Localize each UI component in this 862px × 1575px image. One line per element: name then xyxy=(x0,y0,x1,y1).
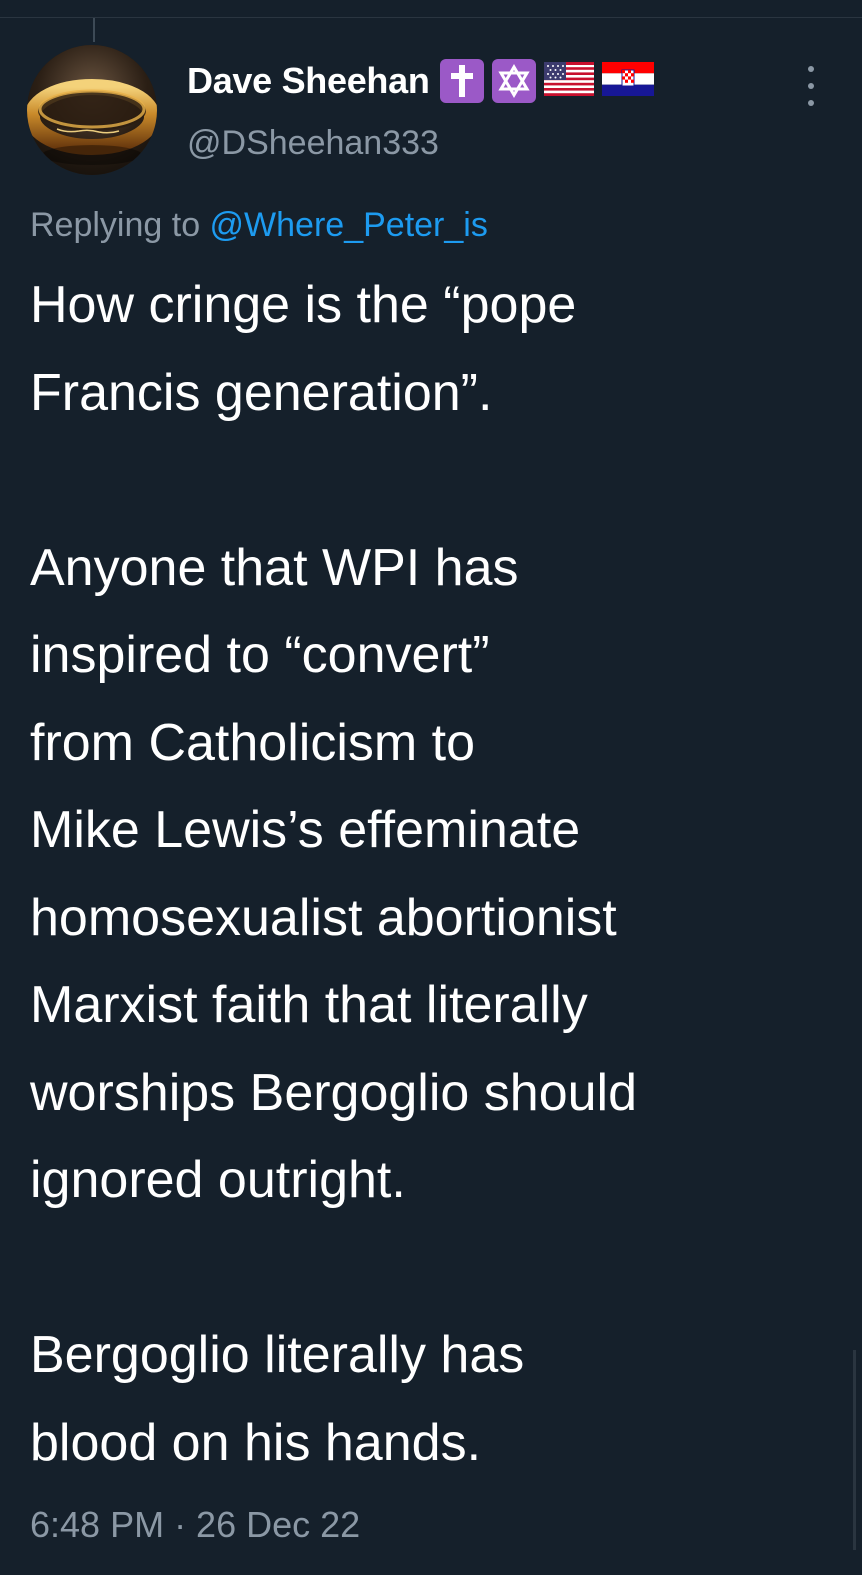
tweet-text-line: worships Bergoglio should xyxy=(30,1063,638,1122)
tweet-text-line: homosexualist abortionist xyxy=(30,888,617,947)
tweet-text: How cringe is the “pope Francis generati… xyxy=(30,262,835,1487)
tweet-text-line: inspired to “convert” xyxy=(30,626,490,684)
tweet-text-blank-line xyxy=(30,1225,835,1313)
author-name-row: Dave Sheehan xyxy=(187,58,654,104)
more-dot xyxy=(808,66,814,72)
tweet-text-line: Mike Lewis’s effeminate xyxy=(30,801,581,859)
us-flag-emoji-icon xyxy=(543,61,594,101)
avatar[interactable] xyxy=(27,45,157,175)
tweet-text-line: Marxist faith that literally xyxy=(30,976,588,1034)
latin-cross-emoji-icon xyxy=(439,59,484,103)
author-display-name[interactable]: Dave Sheehan xyxy=(187,60,430,102)
tweet-timestamp[interactable]: 6:48 PM · 26 Dec 22 xyxy=(30,1504,360,1546)
tweet-text-line: Francis generation”. xyxy=(30,363,493,422)
croatia-flag-emoji-icon xyxy=(601,61,654,101)
reply-mention-link[interactable]: @Where_Peter_is xyxy=(210,206,488,244)
more-options-icon[interactable] xyxy=(800,66,822,106)
tweet-text-line: How cringe is the “pope xyxy=(30,276,577,334)
author-handle[interactable]: @DSheehan333 xyxy=(187,124,439,163)
tweet-text-line: from Catholicism to xyxy=(30,713,475,772)
tweet-text-line: Anyone that WPI has xyxy=(30,538,519,597)
tweet-text-blank-line xyxy=(30,437,835,525)
tweet-text-line: blood on his hands. xyxy=(30,1413,482,1472)
star-of-david-emoji-icon xyxy=(491,59,536,103)
replying-to-line: Replying to @Where_Peter_is xyxy=(30,206,488,245)
golden-ring-icon xyxy=(27,45,157,175)
top-divider xyxy=(0,17,862,18)
scrollbar[interactable] xyxy=(853,1350,856,1550)
tweet-text-line: Bergoglio literally has xyxy=(30,1326,525,1384)
tweet-text-line: ignored outright. xyxy=(30,1151,406,1209)
more-dot xyxy=(808,100,814,106)
replying-to-label: Replying to xyxy=(30,206,210,244)
more-dot xyxy=(808,83,814,89)
thread-connector-line xyxy=(93,18,95,42)
